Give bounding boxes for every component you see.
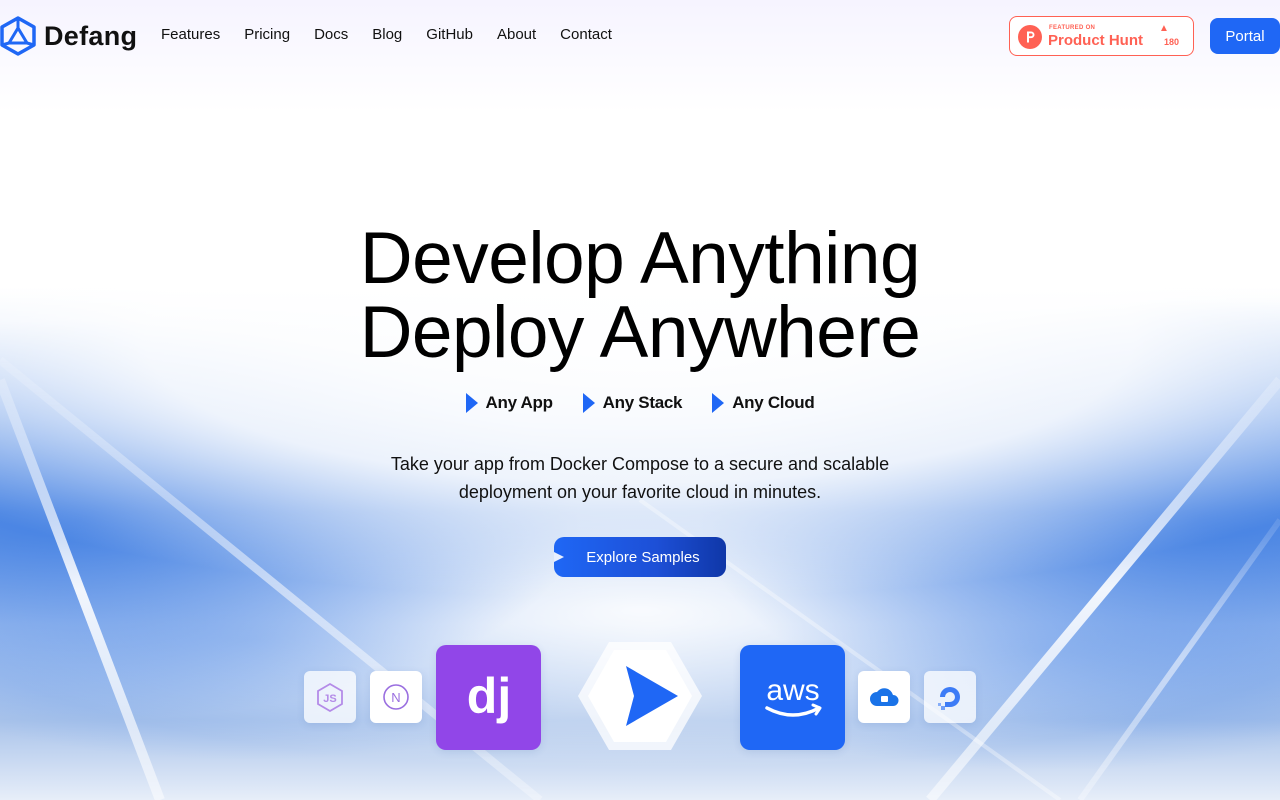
product-hunt-featured-text: FEATURED ON (1049, 25, 1096, 31)
digitalocean-icon (938, 687, 960, 710)
tag-any-stack: Any Stack (582, 393, 683, 413)
defang-play-icon (578, 642, 702, 750)
django-label: dj (466, 668, 510, 724)
django-tile: dj (436, 645, 541, 750)
tag-label: Any Stack (602, 393, 683, 412)
top-navigation: Defang Features Pricing Docs Blog GitHub… (0, 0, 1280, 72)
javascript-icon: JS (317, 682, 343, 712)
hero-tags: Any App Any Stack Any Cloud (0, 393, 1280, 413)
tag-label: Any Cloud (732, 393, 815, 412)
nav-link-about[interactable]: About (497, 26, 536, 43)
nav-link-github[interactable]: GitHub (426, 26, 473, 43)
nav-link-docs[interactable]: Docs (314, 26, 348, 43)
nav-links: Features Pricing Docs Blog GitHub About … (161, 26, 636, 43)
brand-name: Defang (44, 20, 138, 51)
aws-tile: aws (740, 645, 845, 750)
gcp-tile (858, 671, 910, 723)
nav-link-contact[interactable]: Contact (560, 26, 612, 43)
explore-samples-label: Explore Samples (586, 548, 700, 566)
upvote-arrow-icon: ▲ (1159, 23, 1169, 34)
play-notch-icon (554, 547, 564, 567)
hero-subtitle: Take your app from Docker Compose to a s… (340, 450, 940, 506)
tag-label: Any App (485, 393, 553, 412)
product-hunt-name: Product Hunt (1048, 32, 1143, 49)
hero-title-line-1: Develop Anything (359, 218, 921, 299)
brand-logo[interactable]: Defang (0, 16, 137, 56)
defang-play-hexagon (578, 640, 702, 757)
tag-any-cloud: Any Cloud (712, 393, 815, 413)
nav-link-features[interactable]: Features (161, 26, 220, 43)
portal-button[interactable]: Portal (1210, 18, 1280, 54)
google-cloud-icon (870, 688, 899, 706)
play-triangle-icon (582, 393, 595, 413)
defang-logo-icon (0, 16, 36, 56)
hero-subtitle-line-2: deployment on your favorite cloud in min… (458, 482, 822, 502)
aws-icon: aws (764, 674, 821, 717)
tag-any-app: Any App (465, 393, 553, 413)
aws-label: aws (766, 674, 819, 707)
play-triangle-icon (712, 393, 725, 413)
explore-samples-button[interactable]: Explore Samples (554, 537, 726, 577)
nextjs-tile: N (370, 671, 422, 723)
digitalocean-tile (924, 671, 976, 723)
product-hunt-icon (1018, 25, 1042, 49)
nav-link-pricing[interactable]: Pricing (244, 26, 290, 43)
upvote-count: 180 (1164, 37, 1180, 47)
nextjs-label: N (391, 690, 400, 705)
javascript-label: JS (323, 693, 336, 705)
hero-title: Develop Anything Deploy Anywhere (0, 222, 1280, 370)
nextjs-icon: N (383, 684, 409, 710)
javascript-tile: JS (304, 671, 356, 723)
product-hunt-badge[interactable]: FEATURED ON Product Hunt ▲ 180 (1009, 16, 1194, 56)
hero-title-line-2: Deploy Anywhere (359, 292, 921, 373)
django-icon: dj (466, 668, 510, 724)
hero-subtitle-line-1: Take your app from Docker Compose to a s… (390, 454, 890, 474)
nav-link-blog[interactable]: Blog (372, 26, 402, 43)
play-triangle-icon (465, 393, 478, 413)
